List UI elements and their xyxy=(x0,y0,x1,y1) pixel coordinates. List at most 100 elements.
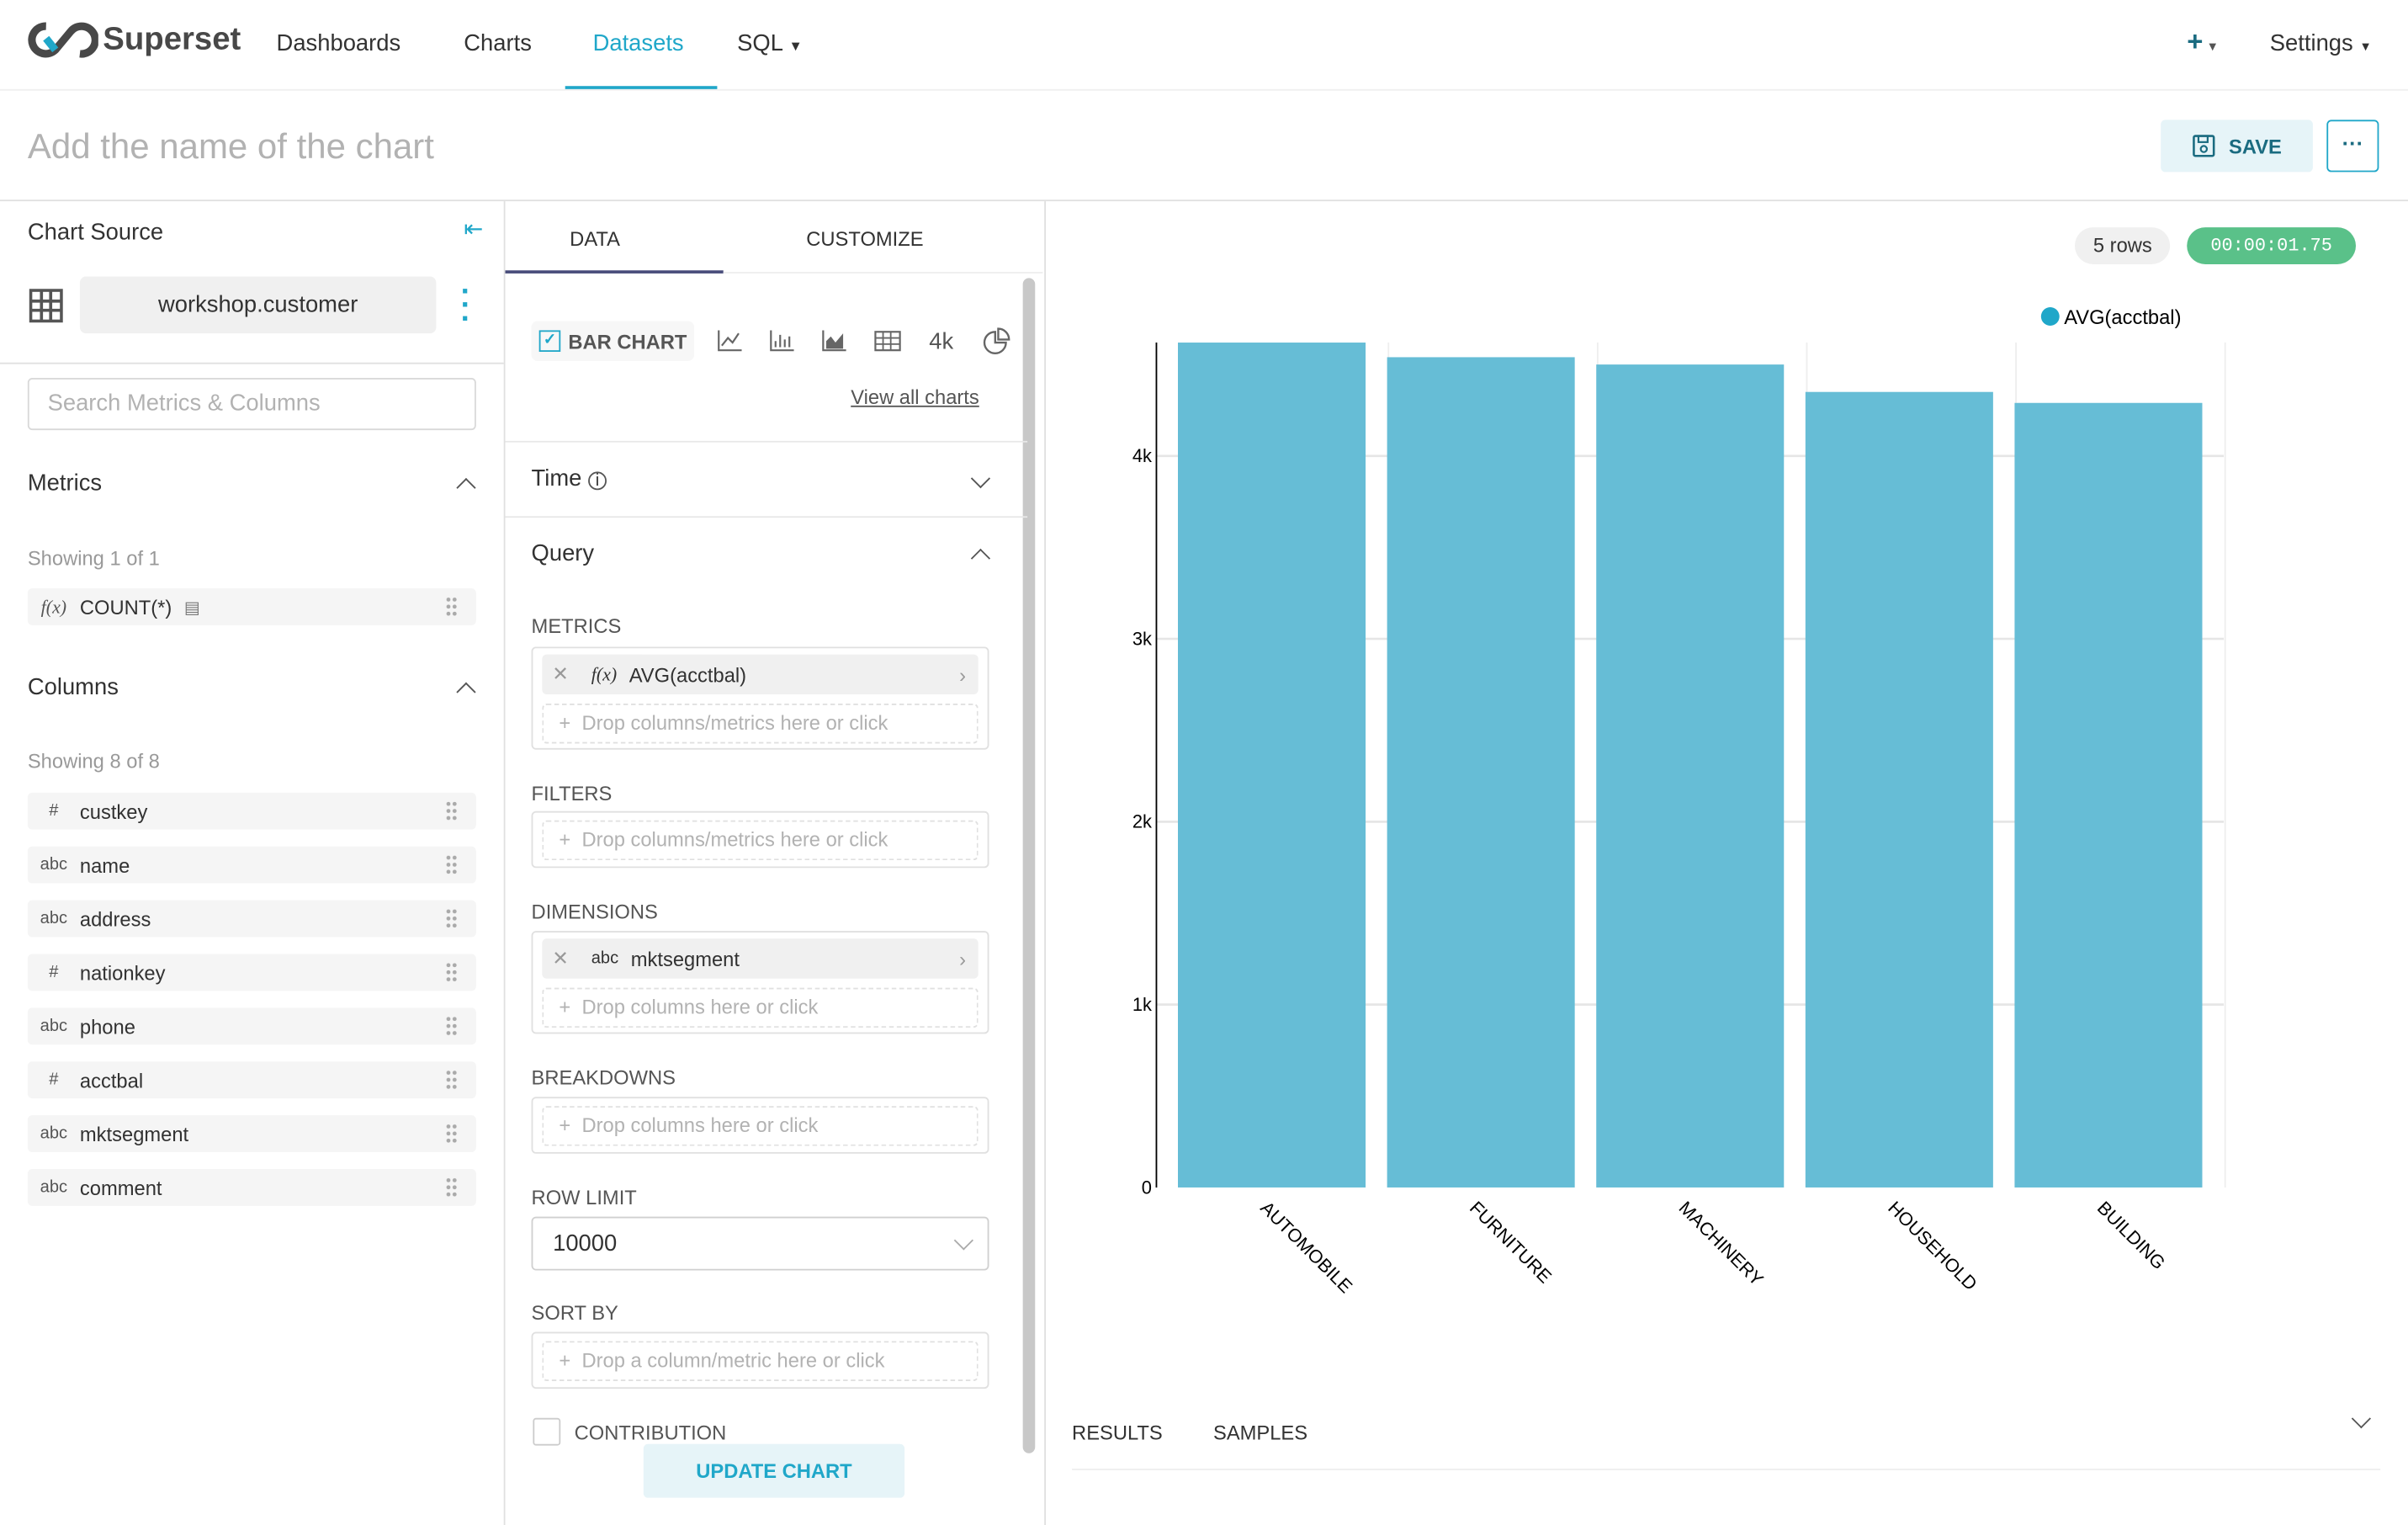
collapse-icon[interactable]: ⇤ xyxy=(464,215,483,242)
area-chart-icon[interactable] xyxy=(822,330,846,352)
viz-label: BAR CHART xyxy=(568,329,687,353)
remove-icon[interactable]: ✕ xyxy=(542,946,579,970)
active-tab-indicator xyxy=(505,270,724,274)
dimension-chip[interactable]: ✕ abc mktsegment › xyxy=(542,938,979,979)
save-icon xyxy=(2193,135,2215,157)
column-item[interactable]: abc mktsegment xyxy=(27,1115,476,1152)
chart-source-title: Chart Source xyxy=(27,220,164,247)
drop-label: Drop columns here or click xyxy=(581,995,819,1019)
more-options-button[interactable]: ··· xyxy=(2326,120,2379,173)
sort-by-drop-zone[interactable]: + Drop a column/metric here or click xyxy=(542,1341,979,1381)
column-item[interactable]: # acctbal xyxy=(27,1061,476,1099)
chart-name-input[interactable]: Add the name of the chart xyxy=(28,126,434,167)
y-tick-label: 3k xyxy=(1132,628,1152,649)
plus-icon: + xyxy=(2187,26,2204,57)
chevron-down-icon[interactable] xyxy=(970,468,991,489)
drag-handle-icon[interactable] xyxy=(445,853,458,876)
filters-drop-zone[interactable]: + Drop columns/metrics here or click xyxy=(542,820,979,861)
column-item[interactable]: abc phone xyxy=(27,1007,476,1045)
drag-handle-icon[interactable] xyxy=(445,907,458,930)
x-tick-label: HOUSEHOLD xyxy=(1884,1197,1981,1294)
metrics-drop-zone[interactable]: + Drop columns/metrics here or click xyxy=(542,703,979,744)
view-all-charts-link[interactable]: View all charts xyxy=(851,385,979,408)
caret-down-icon: ▼ xyxy=(788,38,803,54)
column-item[interactable]: abc name xyxy=(27,846,476,884)
dimensions-drop-zone[interactable]: + Drop columns here or click xyxy=(542,987,979,1028)
nav-sql[interactable]: SQL ▼ xyxy=(737,31,803,57)
y-tick-label: 4k xyxy=(1132,445,1152,466)
metrics-count: Showing 1 of 1 xyxy=(27,546,160,571)
control-panel: DATA CUSTOMIZE ✓ BAR CHART 4k View all c… xyxy=(505,201,1043,1525)
contribution-label: CONTRIBUTION xyxy=(574,1421,727,1444)
chevron-right-icon[interactable]: › xyxy=(959,947,966,970)
x-tick-label: MACHINERY xyxy=(1675,1197,1769,1290)
tab-samples[interactable]: SAMPLES xyxy=(1213,1421,1307,1443)
column-item[interactable]: # custkey xyxy=(27,792,476,830)
plus-menu[interactable]: + ▼ xyxy=(2187,26,2219,58)
dimensions-label: DIMENSIONS xyxy=(531,900,658,924)
divider xyxy=(1072,1468,2381,1470)
column-item[interactable]: # nationkey xyxy=(27,954,476,991)
drag-handle-icon[interactable] xyxy=(445,1069,458,1091)
string-type-icon: abc xyxy=(40,1178,68,1197)
breakdowns-drop-zone[interactable]: + Drop columns here or click xyxy=(542,1106,979,1146)
metric-item[interactable]: f(x) COUNT(*) ▤ xyxy=(27,588,476,625)
tab-results[interactable]: RESULTS xyxy=(1072,1421,1163,1443)
column-item[interactable]: abc address xyxy=(27,900,476,938)
nav-charts[interactable]: Charts xyxy=(464,31,532,57)
row-count-badge: 5 rows xyxy=(2074,227,2171,264)
drag-handle-icon[interactable] xyxy=(445,596,458,618)
chevron-up-icon[interactable] xyxy=(456,477,476,498)
column-name: custkey xyxy=(79,800,148,823)
metric-chip[interactable]: ✕ f(x) AVG(acctbal) › xyxy=(542,654,979,695)
column-item[interactable]: abc comment xyxy=(27,1169,476,1206)
dataset-selector[interactable]: workshop.customer xyxy=(79,276,437,334)
y-tick-label: 2k xyxy=(1132,811,1152,832)
tab-data[interactable]: DATA xyxy=(570,227,620,250)
brand-name: Superset xyxy=(103,21,241,57)
table-chart-icon[interactable] xyxy=(874,330,902,352)
time-section[interactable]: Time i xyxy=(532,465,607,492)
scrollbar[interactable] xyxy=(1022,278,1036,1453)
drag-handle-icon[interactable] xyxy=(445,800,458,822)
nav-datasets[interactable]: Datasets xyxy=(593,31,684,57)
big-number-icon[interactable]: 4k xyxy=(929,329,953,355)
settings-label: Settings xyxy=(2269,30,2353,57)
chevron-up-icon[interactable] xyxy=(456,682,476,702)
row-limit-select[interactable]: 10000 xyxy=(531,1216,989,1271)
string-type-icon: abc xyxy=(40,1017,68,1036)
metrics-section-title: Metrics xyxy=(27,470,103,497)
drag-handle-icon[interactable] xyxy=(445,1015,458,1038)
update-chart-button[interactable]: UPDATE CHART xyxy=(643,1443,905,1498)
pie-chart-icon[interactable] xyxy=(983,327,1010,355)
divider xyxy=(505,516,1028,518)
superset-logo-icon xyxy=(28,22,98,58)
nav-dashboards[interactable]: Dashboards xyxy=(277,31,401,57)
chevron-up-icon[interactable] xyxy=(970,548,991,569)
settings-menu[interactable]: Settings ▼ xyxy=(2270,31,2372,57)
search-metrics-columns-input[interactable]: Search Metrics & Columns xyxy=(27,378,476,431)
drag-handle-icon[interactable] xyxy=(445,961,458,984)
viz-type-bar-chart[interactable]: ✓ BAR CHART xyxy=(531,321,695,361)
dataset-menu-icon[interactable]: · · · xyxy=(461,277,471,335)
info-icon: i xyxy=(588,471,607,491)
bar-chart-icon[interactable] xyxy=(769,330,794,352)
chevron-right-icon[interactable]: › xyxy=(959,663,966,686)
remove-icon[interactable]: ✕ xyxy=(542,662,579,687)
caret-down-icon: ▼ xyxy=(2359,40,2372,54)
superset-logo[interactable]: Superset xyxy=(28,22,241,59)
drag-handle-icon[interactable] xyxy=(445,1123,458,1145)
bar xyxy=(1596,364,1785,1188)
query-timer-badge: 00:00:01.75 xyxy=(2187,227,2357,264)
contribution-checkbox[interactable] xyxy=(533,1417,561,1446)
table-icon xyxy=(29,289,63,323)
drag-handle-icon[interactable] xyxy=(445,1177,458,1198)
line-chart-icon[interactable] xyxy=(717,330,742,352)
column-name: nationkey xyxy=(79,960,166,985)
chart-panel: 5 rows 00:00:01.75 0 1k 2k 3k 4k AUTOMOBILE FU… xyxy=(1046,201,2408,1525)
x-tick-label: AUTOMOBILE xyxy=(1256,1197,1356,1297)
sql-icon: ▤ xyxy=(183,598,200,617)
numeric-type-icon: # xyxy=(49,963,59,982)
save-button[interactable]: SAVE xyxy=(2161,120,2313,173)
tab-customize[interactable]: CUSTOMIZE xyxy=(806,227,923,250)
